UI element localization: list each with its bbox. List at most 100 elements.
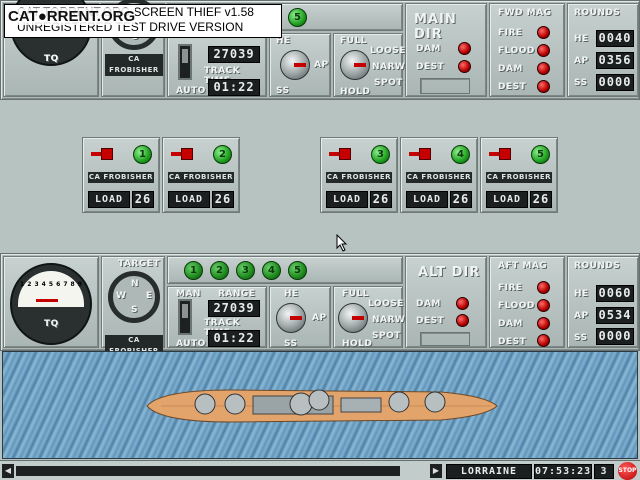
fwd-rounds-ss-label: SS: [574, 78, 588, 88]
main-dir-panel: MAIN DIR DAM DEST: [405, 3, 487, 97]
fwd-ammo-panel: HE AP SS: [269, 33, 331, 97]
fwd-mag-flood-label: FLOOD: [498, 46, 535, 56]
aft-mag-fire-led: [537, 281, 550, 294]
turret-5-load-label: LOAD: [486, 191, 528, 208]
aft-ap-label: AP: [312, 313, 327, 323]
scroll-left-button[interactable]: ◀: [2, 464, 14, 478]
aft-rounds-ap-label: AP: [574, 311, 589, 321]
aft-rounds-ss-label: SS: [574, 333, 588, 343]
fwd-rounds-title: ROUNDS: [574, 8, 621, 18]
aft-he-label: HE: [284, 289, 299, 299]
fwd-auto-label: AUTO: [176, 86, 206, 96]
turret-3-ship-name: CA FROBISHER: [326, 172, 392, 183]
aft-spread-knob[interactable]: [338, 303, 368, 333]
fwd-range-display: 27039: [208, 46, 260, 63]
status-clock: 07:53:23: [534, 464, 592, 479]
aft-compass-s: S: [131, 305, 138, 315]
aft-narw-label: NARW: [372, 315, 406, 325]
turret-1-socket-icon: [101, 148, 113, 160]
aft-man-auto-switch[interactable]: [178, 299, 192, 335]
turret-2-load-label: LOAD: [168, 191, 210, 208]
main-dir-dest-label: DEST: [416, 62, 445, 72]
sea-view[interactable]: [2, 351, 638, 459]
turret-2-plug-icon: [171, 152, 181, 156]
main-dir-title: MAIN DIR: [414, 12, 457, 42]
alt-dir-title: ALT DIR: [418, 265, 481, 280]
fwd-ship-name: CA FROBISHER: [105, 54, 163, 76]
main-dir-dam-label: DAM: [416, 44, 441, 54]
aft-auto-label: AUTO: [176, 339, 206, 349]
aft-turret-button-4[interactable]: 4: [262, 261, 281, 280]
watermark-logo: CAT●RRENT.ORG: [8, 8, 136, 25]
aft-track-time-display: 01:22: [208, 330, 260, 347]
fwd-rounds-ap-value: 0356: [596, 52, 634, 69]
turret-module-5[interactable]: 5 CA FROBISHER LOAD 26: [480, 137, 558, 213]
aft-range-display: 27039: [208, 300, 260, 317]
turret-2-select-button[interactable]: 2: [213, 145, 232, 164]
turret-module-2[interactable]: 2 CA FROBISHER LOAD 26: [162, 137, 240, 213]
aft-dial-tick-2: 2: [27, 281, 32, 288]
turret-5-socket-icon: [499, 148, 511, 160]
fwd-ss-label: SS: [276, 86, 290, 96]
fwd-mag-dam-led: [537, 62, 550, 75]
aft-rounds-he-label: HE: [574, 289, 589, 299]
aft-turret-button-2[interactable]: 2: [210, 261, 229, 280]
turret-5-select-button[interactable]: 5: [531, 145, 550, 164]
turret-1-plug-icon: [91, 152, 101, 156]
turret-module-1[interactable]: 1 CA FROBISHER LOAD 26: [82, 137, 160, 213]
scroll-track[interactable]: [16, 466, 400, 476]
aft-turret-button-3[interactable]: 3: [236, 261, 255, 280]
aft-hold-label: HOLD: [342, 339, 373, 349]
fwd-spot-label: SPOT: [374, 78, 403, 88]
turret-module-3[interactable]: 3 CA FROBISHER LOAD 26: [320, 137, 398, 213]
aft-mag-title: AFT MAG: [498, 261, 548, 271]
main-dir-slot: [420, 78, 470, 94]
aft-mag-flood-label: FLOOD: [498, 301, 535, 311]
battleship-image[interactable]: [141, 382, 501, 430]
alt-dir-panel: ALT DIR DAM DEST: [405, 256, 487, 348]
aft-compass-n: N: [131, 279, 140, 289]
aft-dial-tick-8: 8: [70, 281, 75, 288]
turret-3-socket-icon: [339, 148, 351, 160]
turret-1-load-value: 26: [132, 191, 154, 208]
turret-4-load-label: LOAD: [406, 191, 448, 208]
fwd-ammo-knob[interactable]: [280, 50, 310, 80]
aft-range-panel: MAN AUTO RANGE 27039 TRACK TIME 01:22: [167, 286, 267, 349]
aft-turret-button-5[interactable]: 5: [288, 261, 307, 280]
fwd-range-panel: AUTO 27039 TRACK TIME 01:22: [167, 33, 267, 97]
turret-1-select-button[interactable]: 1: [133, 145, 152, 164]
fwd-rounds-panel: ROUNDS HE 0040 AP 0356 SS 0000: [567, 3, 639, 97]
fwd-spread-panel: FULL LOOSE NARW SPOT HOLD: [333, 33, 406, 97]
turret-1-ship-name: CA FROBISHER: [88, 172, 154, 183]
turret-3-select-button[interactable]: 3: [371, 145, 390, 164]
scroll-right-button[interactable]: ▶: [430, 464, 442, 478]
turret-3-load-label: LOAD: [326, 191, 368, 208]
aft-rounds-ss-value: 0000: [596, 328, 634, 345]
fwd-narw-label: NARW: [372, 62, 406, 72]
aft-range-label: RANGE: [218, 289, 256, 299]
fwd-turret-button-5[interactable]: 5: [288, 8, 307, 27]
aft-turret-button-1[interactable]: 1: [184, 261, 203, 280]
fwd-rounds-ss-value: 0000: [596, 74, 634, 91]
aft-ammo-knob[interactable]: [276, 303, 306, 333]
turret-5-ship-name: CA FROBISHER: [486, 172, 552, 183]
aft-full-label: FULL: [342, 289, 369, 299]
aft-control-strip: 1 2 3 4 5 6 7 8 9 TQ TARGET N W E S CA F…: [0, 253, 640, 357]
fwd-spread-knob[interactable]: [340, 50, 370, 80]
turret-4-select-button[interactable]: 4: [451, 145, 470, 164]
aft-mag-dest-led: [537, 334, 550, 347]
status-ship-name: LORRAINE: [446, 464, 532, 479]
alt-dir-dest-led: [456, 314, 469, 327]
turret-4-socket-icon: [419, 148, 431, 160]
fwd-mag-panel: FWD MAG FIRE FLOOD DAM DEST: [489, 3, 565, 97]
aft-dial-tick-9: 9: [77, 281, 82, 288]
fwd-ap-label: AP: [314, 60, 329, 70]
alt-dir-dam-led: [456, 297, 469, 310]
aft-dial-ticks: 1 2 3 4 5 6 7 8 9: [20, 281, 82, 288]
fwd-track-time-display: 01:22: [208, 79, 260, 96]
stop-button[interactable]: STOP: [618, 462, 637, 480]
fwd-auto-switch[interactable]: [178, 44, 192, 80]
fwd-loose-label: LOOSE: [370, 46, 406, 56]
turret-module-4[interactable]: 4 CA FROBISHER LOAD 26: [400, 137, 478, 213]
fwd-mag-fire-led: [537, 26, 550, 39]
